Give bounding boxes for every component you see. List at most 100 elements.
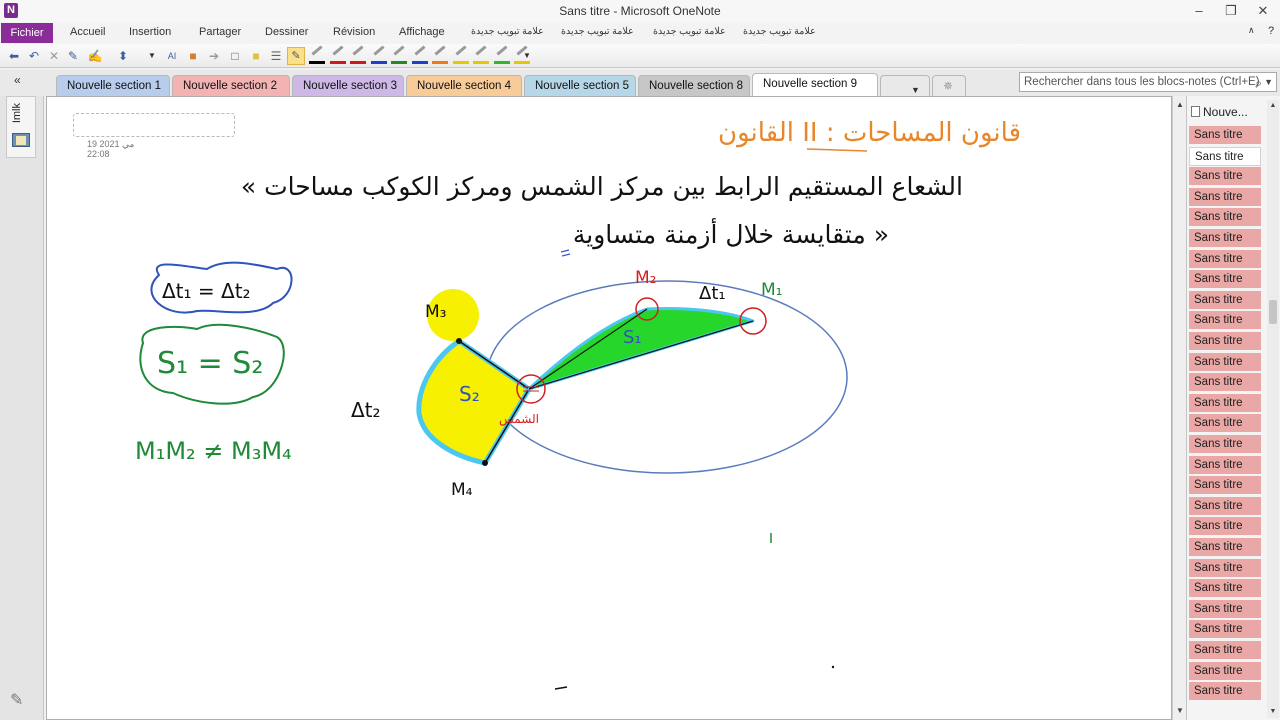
tab-new-3[interactable]: علامة تبويب جديدة bbox=[653, 26, 726, 37]
lasso-icon[interactable]: ✎ bbox=[64, 47, 82, 65]
sections-overflow[interactable]: ▼ bbox=[880, 75, 930, 96]
pen-color-9-icon[interactable] bbox=[472, 45, 490, 65]
highlighter-selected-icon[interactable]: ✎ bbox=[287, 47, 305, 65]
page-list-item[interactable]: Sans titre bbox=[1189, 229, 1261, 248]
page-list-item[interactable]: Sans titre bbox=[1189, 146, 1261, 166]
pen-color-7-icon[interactable] bbox=[431, 45, 449, 65]
section-tab-3[interactable]: Nouvelle section 3 bbox=[292, 75, 404, 96]
pen-mode-icon[interactable]: ✍ bbox=[86, 47, 104, 65]
page-list-item[interactable]: Sans titre bbox=[1189, 332, 1261, 351]
section-tab-5[interactable]: Nouvelle section 5 bbox=[524, 75, 636, 96]
page-list-item[interactable]: Sans titre bbox=[1189, 167, 1261, 187]
page-list-item[interactable]: Sans titre bbox=[1189, 393, 1261, 413]
back-icon[interactable]: ⬅ bbox=[5, 47, 23, 65]
page-list-up-icon[interactable]: ▲ bbox=[1267, 100, 1279, 112]
tab-new-2[interactable]: علامة تبويب جديدة bbox=[561, 26, 634, 37]
page-list-item[interactable]: Sans titre bbox=[1189, 599, 1261, 619]
search-input[interactable]: Rechercher dans tous les blocs-notes (Ct… bbox=[1019, 72, 1277, 92]
page-list-item[interactable]: Sans titre bbox=[1189, 538, 1261, 557]
page-list-item[interactable]: Sans titre bbox=[1189, 414, 1261, 434]
page-list-item[interactable]: Sans titre bbox=[1189, 641, 1261, 660]
blue-marks bbox=[560, 249, 571, 257]
more-pens-icon[interactable]: ▼ bbox=[518, 47, 536, 65]
pen-tip bbox=[393, 45, 405, 56]
delete-icon[interactable]: ✕ bbox=[45, 47, 63, 65]
tab-new-4[interactable]: علامة تبويب جديدة bbox=[743, 26, 816, 37]
tab-fichier[interactable]: Fichier bbox=[1, 23, 53, 43]
tab-partager[interactable]: Partager bbox=[199, 26, 241, 38]
tab-new-1[interactable]: علامة تبويب جديدة bbox=[471, 26, 544, 37]
page-list-item[interactable]: Sans titre bbox=[1189, 290, 1261, 310]
heading-ink: القانون II : قانون المساحات bbox=[718, 118, 1021, 148]
restore-icon[interactable]: ❐ bbox=[1218, 2, 1244, 20]
page-list-item[interactable]: Sans titre bbox=[1189, 373, 1261, 393]
page-list-scrollbar[interactable]: ▲ ▼ bbox=[1267, 100, 1279, 718]
section-tab-8[interactable]: Nouvelle section 8 bbox=[638, 75, 750, 96]
notebook-item[interactable]: Imlk bbox=[6, 96, 36, 158]
tab-accueil[interactable]: Accueil bbox=[70, 26, 105, 38]
page-list-item[interactable]: Sans titre bbox=[1189, 208, 1261, 228]
new-page-button[interactable]: Nouve... bbox=[1191, 102, 1265, 122]
pen-color-4-icon[interactable] bbox=[370, 45, 388, 65]
help-icon[interactable]: ? bbox=[1268, 25, 1274, 37]
page-list-item[interactable]: Sans titre bbox=[1189, 435, 1261, 454]
section-tab-2[interactable]: Nouvelle section 2 bbox=[172, 75, 290, 96]
dropdown-icon[interactable]: ▼ bbox=[143, 47, 161, 65]
stray-dot bbox=[831, 665, 835, 669]
page-list-item[interactable]: Sans titre bbox=[1189, 558, 1261, 578]
page-list-item[interactable]: Sans titre bbox=[1189, 126, 1261, 145]
close-icon[interactable]: ✕ bbox=[1250, 2, 1276, 20]
undo-icon[interactable]: ↶ bbox=[25, 47, 43, 65]
page-list-down-icon[interactable]: ▼ bbox=[1267, 706, 1279, 718]
search-scope-dropdown-icon[interactable]: ▼ bbox=[1264, 73, 1273, 91]
page-list-item[interactable]: Sans titre bbox=[1189, 496, 1261, 516]
pen-color-8-icon[interactable] bbox=[452, 45, 470, 65]
insert-space-icon[interactable]: ⬍ bbox=[114, 47, 132, 65]
tab-dessiner[interactable]: Dessiner bbox=[265, 26, 308, 38]
page-list-item[interactable]: Sans titre bbox=[1189, 579, 1261, 599]
page-list-item[interactable]: Sans titre bbox=[1189, 352, 1261, 372]
minimize-icon[interactable]: – bbox=[1186, 2, 1212, 20]
pen-color-1-icon[interactable] bbox=[308, 45, 326, 65]
page-list-item[interactable]: Sans titre bbox=[1189, 476, 1261, 496]
page-view-icon[interactable]: ☰ bbox=[267, 47, 285, 65]
page-list-item[interactable]: Sans titre bbox=[1189, 249, 1261, 269]
page-scrollbar[interactable]: ▲ ▼ bbox=[1172, 96, 1186, 720]
page-list-item[interactable]: Sans titre bbox=[1189, 311, 1261, 331]
search-icon[interactable]: ⌕ bbox=[1255, 74, 1262, 92]
note-icon[interactable]: ■ bbox=[247, 47, 265, 65]
page-list-item[interactable]: Sans titre bbox=[1189, 682, 1261, 702]
pen-tip bbox=[495, 45, 508, 56]
page-list-item[interactable]: Sans titre bbox=[1189, 270, 1261, 290]
page-list-item[interactable]: Sans titre bbox=[1189, 517, 1261, 537]
page-canvas[interactable]: 19 مي 2021 22:08 القانون II : قانون المس… bbox=[46, 96, 1172, 720]
collapse-nav-icon[interactable]: « bbox=[14, 73, 21, 87]
page-list-thumb[interactable] bbox=[1269, 300, 1277, 324]
pen-color-2-icon[interactable] bbox=[329, 45, 347, 65]
section-tab-1[interactable]: Nouvelle section 1 bbox=[56, 75, 170, 96]
pen-color-3-icon[interactable] bbox=[349, 45, 367, 65]
page-list-item[interactable]: Sans titre bbox=[1189, 187, 1261, 207]
pen-tip bbox=[311, 45, 323, 56]
ink-to-text-icon[interactable]: AI bbox=[163, 47, 181, 65]
collapse-ribbon-icon[interactable]: ∧ bbox=[1248, 25, 1255, 36]
tab-revision[interactable]: Révision bbox=[333, 26, 375, 38]
eraser-icon[interactable]: ■ bbox=[184, 47, 202, 65]
page-list-item[interactable]: Sans titre bbox=[1189, 455, 1261, 475]
section-tab-4[interactable]: Nouvelle section 4 bbox=[406, 75, 522, 96]
page-list-item[interactable]: Sans titre bbox=[1189, 661, 1261, 681]
tab-insertion[interactable]: Insertion bbox=[129, 26, 171, 38]
new-section-tab[interactable]: ✵ bbox=[932, 75, 966, 96]
full-page-icon[interactable]: □ bbox=[226, 47, 244, 65]
statement-line1-ink: « الشعاع المستقيم الرابط بين مركز الشمس … bbox=[241, 172, 963, 202]
section-tab-9[interactable]: Nouvelle section 9 bbox=[752, 73, 878, 96]
unfiled-notes-icon[interactable]: ✎ bbox=[10, 690, 30, 710]
scroll-up-icon[interactable]: ▲ bbox=[1173, 98, 1187, 112]
tab-affichage[interactable]: Affichage bbox=[399, 26, 445, 38]
pen-color-10-icon[interactable] bbox=[493, 45, 511, 65]
scroll-down-icon[interactable]: ▼ bbox=[1173, 704, 1187, 718]
pen-color-5-icon[interactable] bbox=[390, 45, 408, 65]
pen-color-6-icon[interactable] bbox=[411, 45, 429, 65]
forward-icon[interactable]: ➔ bbox=[205, 47, 223, 65]
page-list-item[interactable]: Sans titre bbox=[1189, 620, 1261, 640]
